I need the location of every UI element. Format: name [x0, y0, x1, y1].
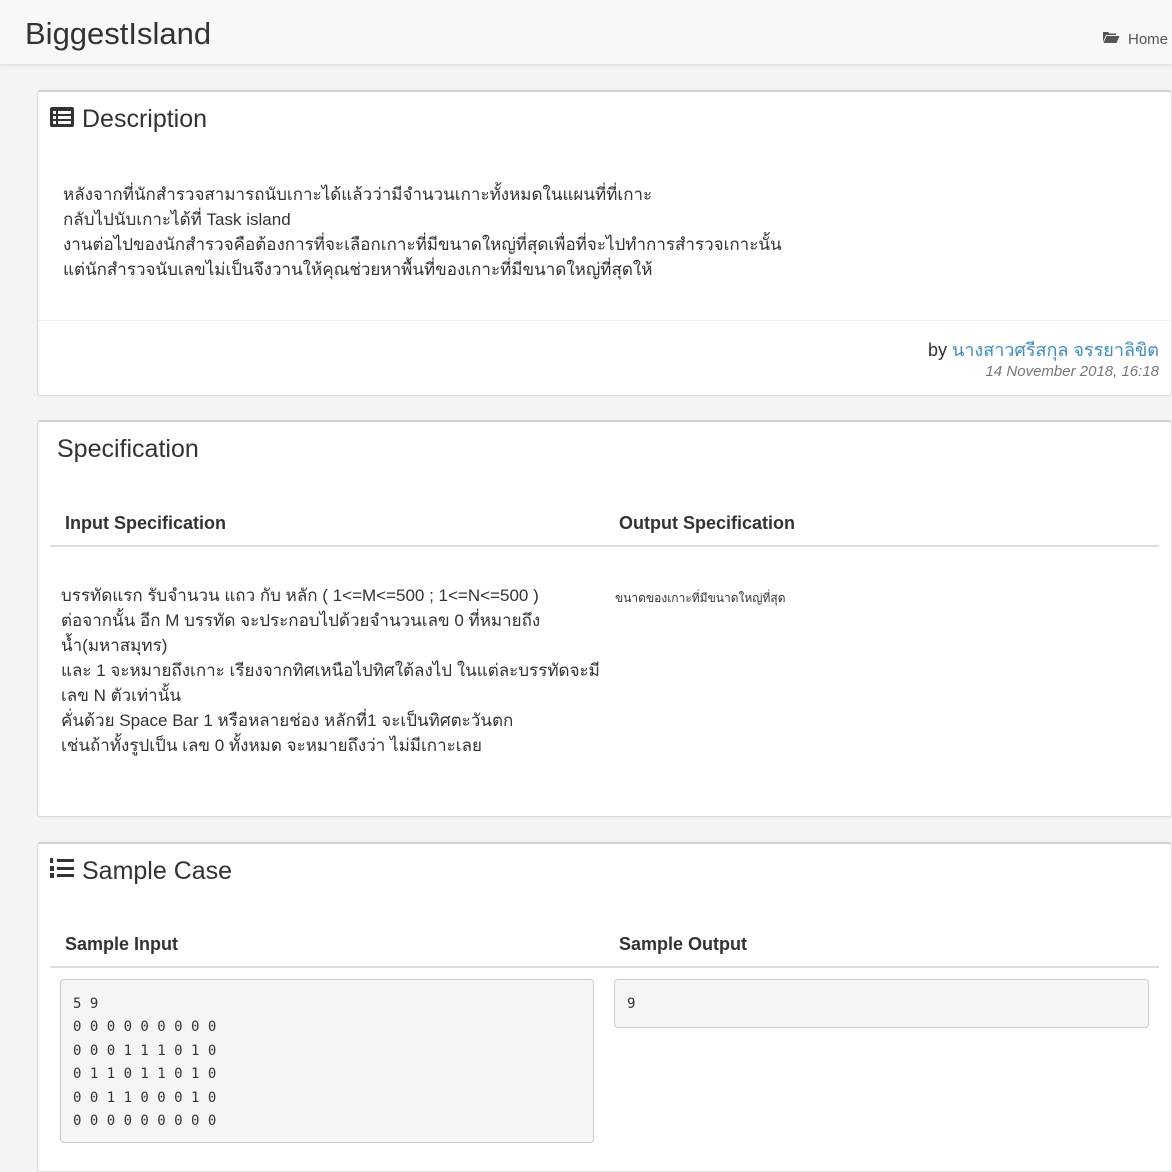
description-line: หลังจากที่นักสำรวจสามารถนับเกาะได้แล้วว่… — [63, 185, 653, 204]
input-spec-line: เช่นถ้าทั้งรูปเป็น เลข 0 ทั้งหมด จะหมายถ… — [61, 736, 482, 755]
input-spec-line: และ 1 จะหมายถึงเกาะ เรียงจากทิศเหนือไปทิ… — [61, 661, 600, 680]
sample-table-rule — [50, 966, 1159, 968]
input-spec-body: บรรทัดแรก รับจำนวน แถว กับ หลัก ( 1<=M<=… — [61, 583, 601, 758]
sample-case-panel: Sample Case Sample Input Sample Output 5… — [37, 842, 1172, 1172]
description-divider — [38, 320, 1171, 321]
home-label: Home — [1127, 30, 1168, 48]
input-spec-line: คั่นด้วย Space Bar 1 หรือหลายช่อง หลักที… — [61, 711, 514, 730]
home-link[interactable]: Home — [1102, 30, 1168, 48]
description-title: Description — [82, 105, 208, 133]
description-line: งานต่อไปของนักสำรวจคือต้องการที่จะเลือกเ… — [63, 235, 782, 254]
sample-input-header: Sample Input — [65, 934, 179, 954]
author-byline: by นางสาวศรีสกุล จรรยาลิขิต — [928, 335, 1159, 364]
specification-panel: Specification Input Specification Output… — [37, 420, 1172, 817]
description-body: หลังจากที่นักสำรวจสามารถนับเกาะได้แล้วว่… — [63, 182, 782, 282]
description-panel: Description หลังจากที่นักสำรวจสามารถนับเ… — [37, 90, 1172, 396]
post-timestamp: 14 November 2018, 16:18 — [985, 363, 1159, 380]
specification-title: Specification — [57, 435, 199, 463]
sample-input-code[interactable]: 5 9 0 0 0 0 0 0 0 0 0 0 0 0 1 1 1 0 1 0 … — [60, 979, 594, 1143]
input-spec-header: Input Specification — [65, 513, 227, 533]
description-line: กลับไปนับเกาะได้ที่ Task island — [63, 210, 291, 229]
sample-case-title: Sample Case — [82, 857, 233, 885]
output-spec-body: ขนาดของเกาะที่มีขนาดใหญ่ที่สุด — [615, 591, 786, 605]
input-spec-line: ต่อจากนั้น อีก M บรรทัด จะประกอบไปด้วยจำ… — [61, 611, 541, 630]
sample-case-heading: Sample Case — [50, 857, 232, 886]
author-link[interactable]: นางสาวศรีสกุล จรรยาลิขิต — [952, 340, 1159, 360]
description-line: แต่นักสำรวจนับเลขไม่เป็นจึงวานให้คุณช่วย… — [63, 260, 653, 279]
by-prefix: by — [927, 340, 947, 360]
output-spec-header: Output Specification — [619, 513, 796, 533]
list-ol-icon — [50, 857, 74, 886]
sample-output-header: Sample Output — [619, 934, 748, 954]
input-spec-line: เลข N ตัวเท่านั้น — [61, 686, 181, 705]
spec-table-rule — [50, 545, 1159, 547]
input-spec-line: บรรทัดแรก รับจำนวน แถว กับ หลัก ( 1<=M<=… — [61, 586, 539, 605]
sample-output-code[interactable]: 9 — [614, 979, 1149, 1028]
description-heading: Description — [50, 105, 207, 134]
list-alt-icon — [50, 105, 74, 134]
brand-title[interactable]: BiggestIsland — [25, 16, 211, 52]
navbar: BiggestIsland Home — [0, 0, 1172, 65]
input-spec-line: น้ำ(มหาสมุทร) — [61, 636, 168, 655]
folder-open-icon — [1102, 30, 1120, 48]
